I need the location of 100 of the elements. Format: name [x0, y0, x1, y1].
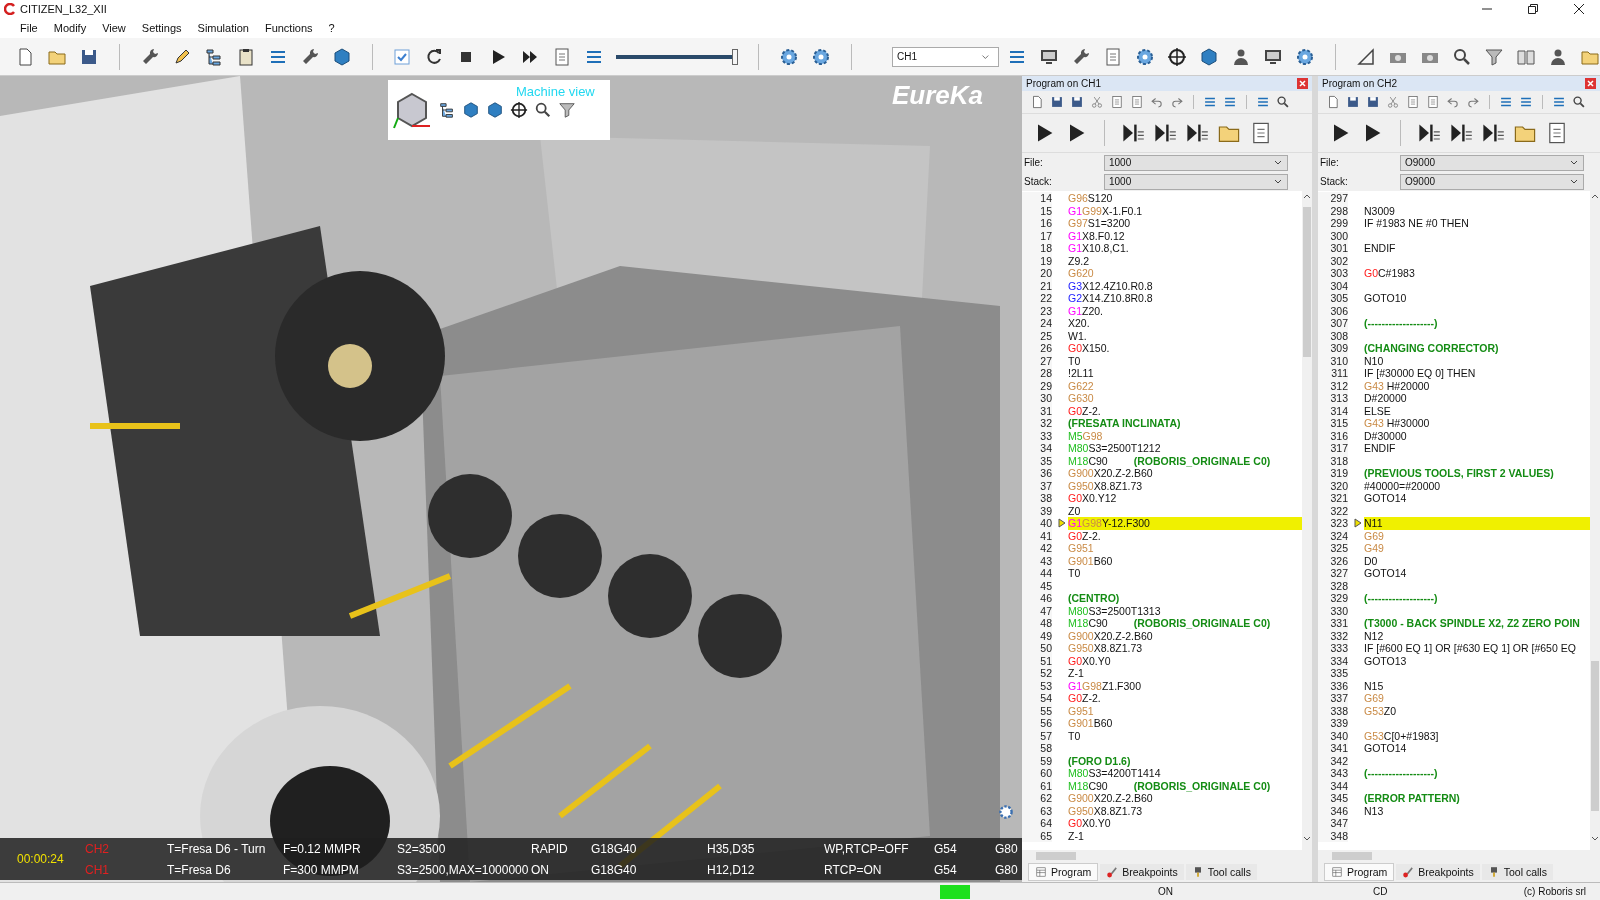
line-number: 343: [1318, 767, 1348, 780]
magnifier-icon[interactable]: [1276, 95, 1290, 109]
code-line: ELSE: [1364, 404, 1392, 417]
line-number: 58: [1022, 742, 1052, 755]
code-line: G0X0.Y12: [1068, 492, 1118, 505]
code-line: T0: [1068, 729, 1082, 742]
panel-tab[interactable]: Tool calls: [1481, 864, 1553, 880]
list-icon[interactable]: [1203, 95, 1217, 109]
channel-dropdown[interactable]: CH1: [891, 46, 999, 67]
stack-dropdown[interactable]: O9000: [1400, 173, 1584, 190]
code-line: G53Z0: [1364, 704, 1398, 717]
menu-item[interactable]: View: [102, 22, 126, 34]
list-icon[interactable]: [1223, 95, 1237, 109]
file-dropdown[interactable]: 1000: [1104, 154, 1288, 171]
line-number: 317: [1318, 442, 1348, 455]
panel-tab[interactable]: Program: [1324, 863, 1395, 881]
file-label: File:: [1023, 157, 1044, 168]
redo-icon[interactable]: [1170, 95, 1184, 109]
line-number: 325: [1318, 542, 1348, 555]
code-line: GOTO14: [1364, 567, 1408, 580]
list-icon[interactable]: [1256, 95, 1270, 109]
code-line: G53C[0+#1983]: [1364, 729, 1440, 742]
brush-icon: [1402, 866, 1415, 878]
panel-title: Program on CH1: [1026, 78, 1102, 89]
panel-tab[interactable]: Breakpoints: [1396, 864, 1480, 880]
magnifier-icon[interactable]: [534, 101, 552, 119]
line-number: 335: [1318, 667, 1348, 680]
list-icon[interactable]: [1499, 95, 1513, 109]
code-line: N12: [1364, 629, 1385, 642]
tree-icon[interactable]: [203, 46, 224, 67]
undo-icon[interactable]: [1150, 95, 1164, 109]
line-number: 34: [1022, 442, 1052, 455]
line-number: 38: [1022, 492, 1052, 505]
save-icon[interactable]: [1070, 95, 1084, 109]
mode-status: ON: [1158, 886, 1173, 897]
code-line: G0Z-2.: [1068, 404, 1102, 417]
save-icon[interactable]: [1346, 95, 1360, 109]
panel-tab[interactable]: Program: [1028, 863, 1099, 881]
gear-icon[interactable]: [779, 46, 800, 67]
line-number: 337: [1318, 692, 1348, 705]
crosshair-icon[interactable]: [1167, 46, 1188, 67]
crosshair-icon[interactable]: [510, 101, 528, 119]
gear-icon[interactable]: [811, 46, 832, 67]
save-icon[interactable]: [1050, 95, 1064, 109]
code-line: (PREVIOUS TOOLS, FIRST 2 VALUES): [1364, 467, 1555, 480]
plane-value: G18G40: [591, 841, 638, 856]
cube-icon[interactable]: [462, 101, 480, 119]
panel-tab[interactable]: Tool calls: [1185, 864, 1257, 880]
work-offset-value: G54: [934, 862, 958, 877]
spindle-value: S3=2500,MAX=1000000: [397, 862, 530, 877]
code-line: D#20000: [1364, 392, 1408, 405]
code-line: G1Z20.: [1068, 304, 1105, 317]
gear-icon[interactable]: [1135, 46, 1156, 67]
menu-item[interactable]: Functions: [264, 22, 313, 34]
magnifier-icon[interactable]: [1572, 95, 1586, 109]
code-line: M18C90 (ROBORIS_ORIGINALE C0): [1068, 454, 1272, 467]
funnel-icon[interactable]: [558, 101, 576, 119]
menu-item[interactable]: ?: [328, 22, 335, 34]
menu-item[interactable]: Simulation: [197, 22, 249, 34]
new-file-icon[interactable]: [1030, 95, 1044, 109]
document-icon[interactable]: [1110, 95, 1124, 109]
line-number: 22: [1022, 292, 1052, 305]
list-icon[interactable]: [1519, 95, 1533, 109]
line-number: 339: [1318, 717, 1348, 730]
document-icon[interactable]: [1406, 95, 1420, 109]
panel-tab[interactable]: Breakpoints: [1100, 864, 1184, 880]
rtcp-value: WP,RTCP=OFF: [824, 841, 910, 856]
code-line: G901B60: [1068, 717, 1114, 730]
menu-item[interactable]: File: [20, 22, 38, 34]
stack-dropdown[interactable]: 1000: [1104, 173, 1288, 190]
funnel-icon[interactable]: [1484, 46, 1505, 67]
slider-thumb[interactable]: [731, 48, 738, 65]
save-icon[interactable]: [1366, 95, 1380, 109]
document-icon[interactable]: [1426, 95, 1440, 109]
document-icon[interactable]: [1130, 95, 1144, 109]
settings-icon[interactable]: [998, 804, 1014, 820]
ruler-icon[interactable]: [1356, 46, 1377, 67]
cube-icon[interactable]: [486, 101, 504, 119]
checkbox-icon[interactable]: [392, 46, 413, 67]
view-cube-icon[interactable]: [392, 90, 432, 130]
menu-item[interactable]: Modify: [53, 22, 87, 34]
undo-icon[interactable]: [1446, 95, 1460, 109]
cube-icon[interactable]: [1199, 46, 1220, 67]
cube-icon[interactable]: [331, 46, 352, 67]
tree-icon[interactable]: [438, 101, 456, 119]
menu-item[interactable]: Settings: [141, 22, 182, 34]
file-dropdown[interactable]: O9000: [1400, 154, 1584, 171]
list-icon[interactable]: [1552, 95, 1566, 109]
close-icon[interactable]: [1574, 4, 1584, 14]
cycle-value: G80: [995, 841, 1019, 856]
view-label: Machine view: [516, 84, 595, 99]
code-line: G96S120: [1068, 192, 1114, 205]
line-number: 299: [1318, 217, 1348, 230]
code-line: (T3000 - BACK SPINDLE X2, Z2 ZERO POIN: [1364, 617, 1581, 630]
redo-icon[interactable]: [1466, 95, 1480, 109]
gear-icon[interactable]: [1295, 46, 1316, 67]
table-icon: [1331, 866, 1343, 878]
new-file-icon[interactable]: [1326, 95, 1340, 109]
line-number: 30: [1022, 392, 1052, 405]
restore-icon[interactable]: [1528, 4, 1538, 14]
